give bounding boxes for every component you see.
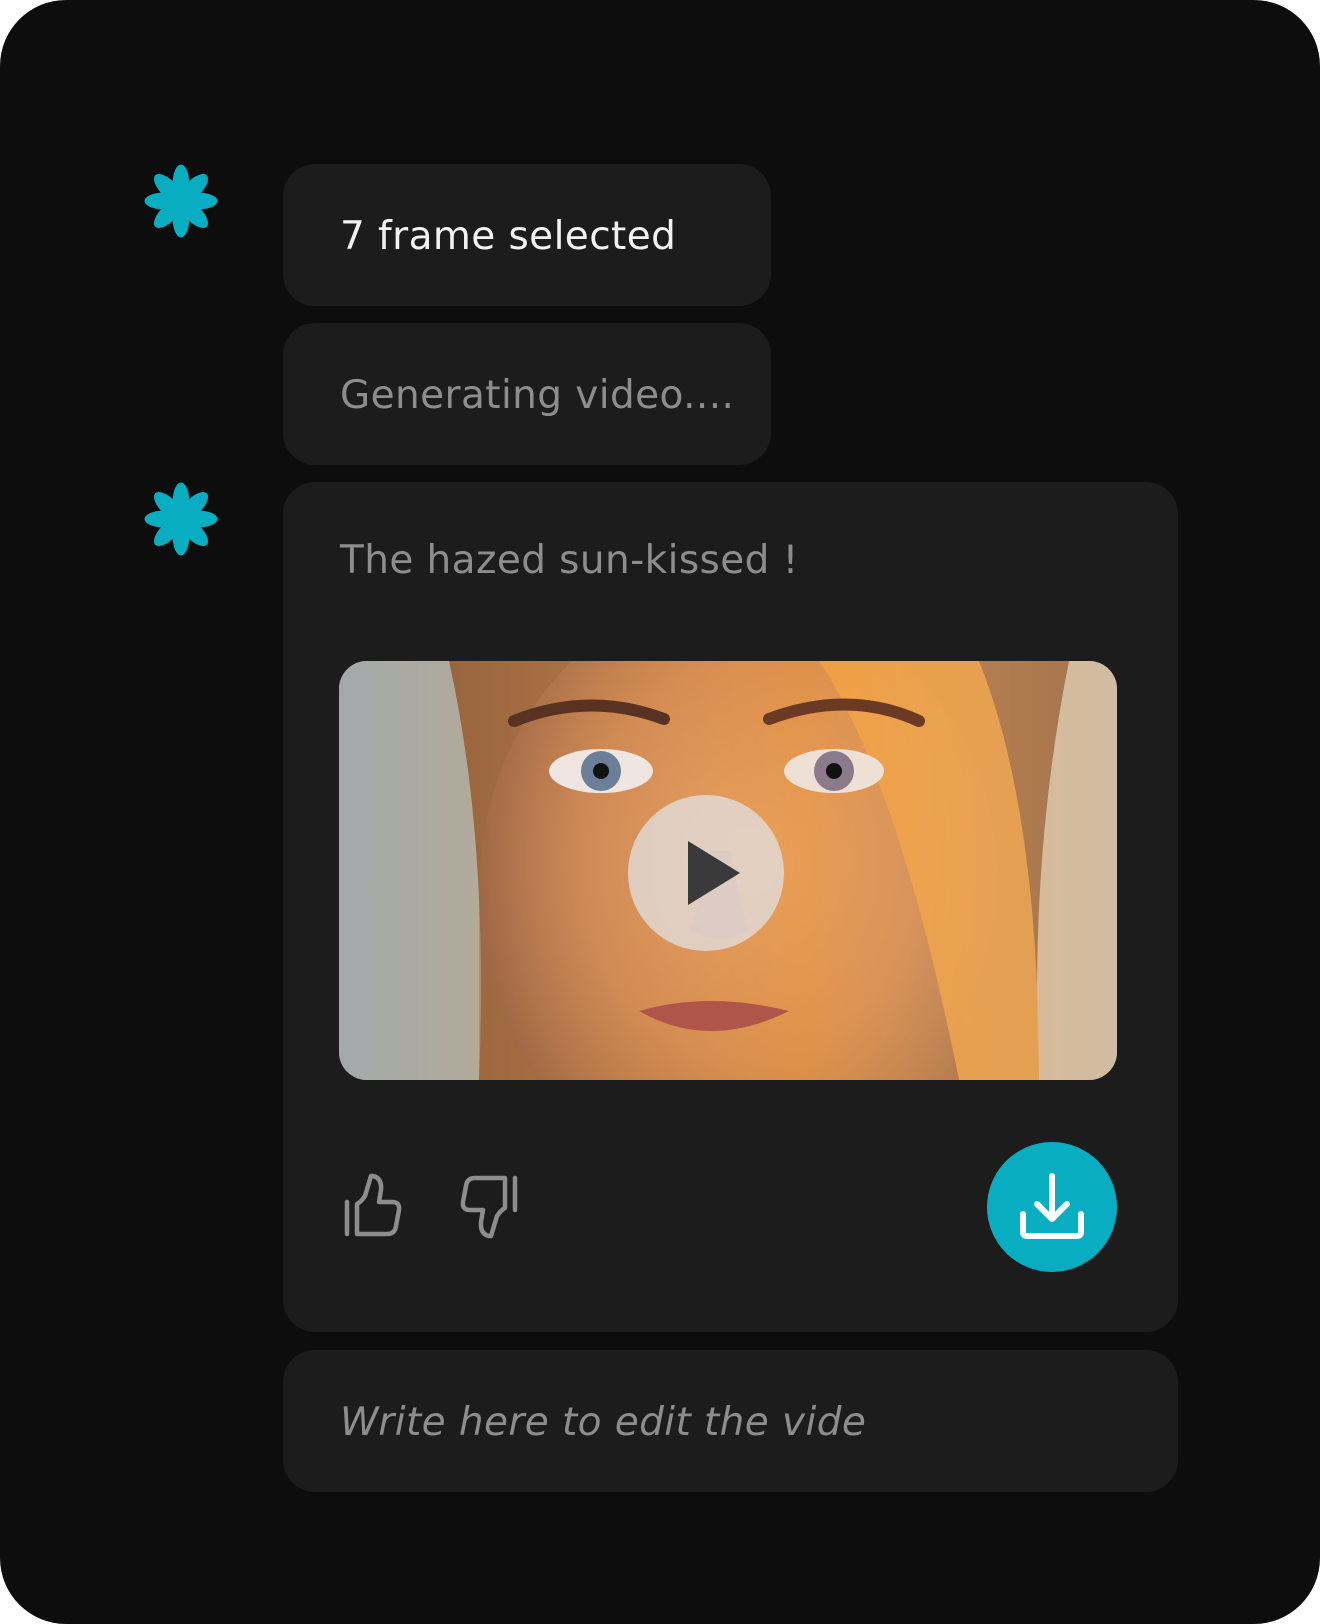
chat-panel: 7 frame selected Generating video.... Th… xyxy=(0,0,1320,1624)
message-video-result: The hazed sun-kissed ! xyxy=(283,482,1178,1332)
message-text: Generating video.... xyxy=(340,373,735,418)
edit-video-input[interactable] xyxy=(340,1394,1120,1450)
edit-composer xyxy=(283,1350,1178,1492)
message-generating: Generating video.... xyxy=(283,323,771,465)
message-text: 7 frame selected xyxy=(340,214,677,259)
download-button[interactable] xyxy=(987,1142,1117,1272)
thumbs-up-icon xyxy=(344,1173,402,1237)
play-button[interactable] xyxy=(628,795,784,951)
download-icon xyxy=(1020,1173,1084,1239)
dislike-button[interactable] xyxy=(457,1172,521,1242)
asterisk-icon xyxy=(143,163,219,239)
asterisk-icon xyxy=(143,481,219,557)
like-button[interactable] xyxy=(341,1172,405,1242)
message-frames-selected: 7 frame selected xyxy=(283,164,771,306)
message-text: The hazed sun-kissed ! xyxy=(340,538,799,583)
thumbs-down-icon xyxy=(460,1175,518,1239)
video-thumbnail[interactable] xyxy=(339,661,1117,1080)
play-icon xyxy=(688,841,740,905)
